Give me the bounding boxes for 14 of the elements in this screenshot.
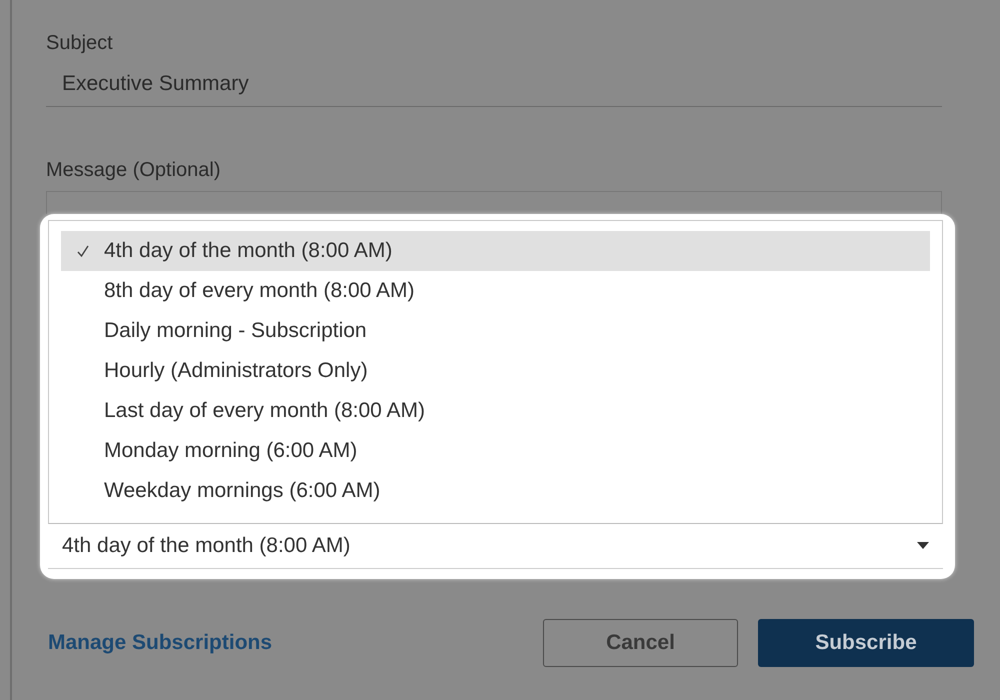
menu-item[interactable]: 4th day of the month (8:00 AM) — [61, 231, 930, 271]
menu-item[interactable]: Daily morning - Subscription — [61, 311, 930, 351]
menu-item[interactable]: Hourly (Administrators Only) — [61, 351, 930, 391]
caret-icon — [917, 542, 929, 550]
field-label: Message (Optional) — [46, 158, 221, 183]
field-label: Subject — [46, 31, 113, 56]
menu-item[interactable]: 8th day of every month (8:00 AM) — [61, 271, 930, 311]
subscribe-button[interactable]: Subscribe — [758, 619, 974, 667]
menu-item[interactable]: Weekday mornings (6:00 AM) — [61, 471, 930, 511]
menu-item[interactable]: Last day of every month (8:00 AM) — [61, 391, 930, 431]
subject-field[interactable]: Executive Summary — [46, 62, 942, 107]
menu-item[interactable]: Monday morning (6:00 AM) — [61, 431, 930, 471]
check-icon — [76, 244, 90, 258]
schedule-dropdown[interactable]: 4th day of the month (8:00 AM) — [48, 524, 943, 569]
